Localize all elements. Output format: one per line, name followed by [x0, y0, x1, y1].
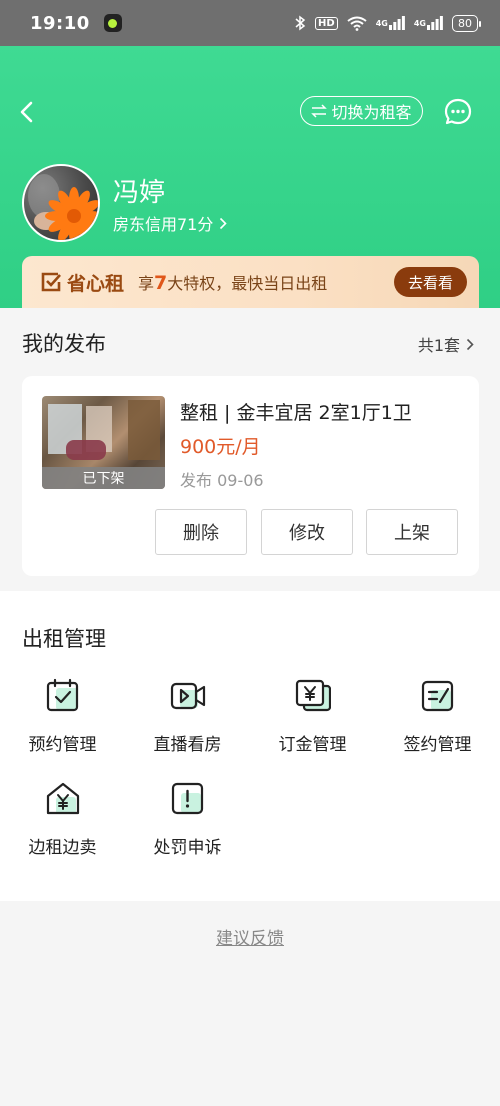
exclamation-icon — [171, 782, 203, 815]
listing-date: 发布 09-06 — [180, 471, 264, 490]
listing-price: 900元/月 — [180, 436, 261, 458]
back-button[interactable] — [16, 98, 40, 126]
house-yen-icon — [46, 782, 79, 815]
chevron-right-icon — [466, 338, 474, 350]
penalty-appeal-label: 处罚申诉 — [153, 838, 222, 858]
status-bar: 19:10 HD 4G 4G 80 — [0, 0, 500, 46]
wifi-icon — [347, 16, 367, 31]
yen-cards-icon — [295, 679, 331, 712]
check-square-icon — [41, 272, 61, 292]
chevron-left-icon — [20, 101, 33, 123]
promo-number: 7 — [154, 272, 168, 294]
profile-header: 切换为租客 冯婷 房东信用71分 省心租 享7大特权，最快当日出租 去看看 — [0, 46, 500, 308]
landlord-credit-label: 房东信用71分 — [113, 215, 214, 234]
promo-go-button[interactable]: 去看看 — [394, 267, 467, 297]
penalty-appeal-item[interactable]: 处罚申诉 — [125, 781, 250, 858]
status-time: 19:10 — [30, 12, 90, 34]
deposit-management-label: 订金管理 — [278, 735, 347, 755]
live-viewing-item[interactable]: 直播看房 — [125, 678, 250, 755]
my-publications-title: 我的发布 — [22, 332, 106, 356]
appointment-management-label: 预约管理 — [28, 735, 97, 755]
edit-button[interactable]: 修改 — [261, 509, 353, 555]
switch-to-tenant-label: 切换为租客 — [331, 103, 412, 122]
swap-arrows-icon — [311, 104, 328, 118]
contract-management-item[interactable]: 签约管理 — [375, 678, 500, 755]
rental-management-section: 出租管理 预约管理 直播看房 订金管理 签约管理 边租边卖 处罚申诉 — [0, 591, 500, 901]
promo-text: 享7大特权，最快当日出租 — [138, 272, 328, 294]
app-notification-icon — [103, 14, 122, 32]
contract-management-label: 签约管理 — [403, 735, 472, 755]
video-camera-icon — [170, 682, 205, 710]
rent-and-sell-item[interactable]: 边租边卖 — [0, 781, 125, 858]
list-button[interactable]: 上架 — [366, 509, 458, 555]
deposit-management-item[interactable]: 订金管理 — [250, 678, 375, 755]
delete-button[interactable]: 删除 — [155, 509, 247, 555]
listing-title: 整租 | 金丰宜居 2室1厅1卫 — [180, 402, 412, 424]
calendar-check-icon — [46, 678, 78, 712]
user-name: 冯婷 — [113, 178, 166, 208]
chevron-right-icon — [220, 217, 228, 229]
listing-card[interactable]: 已下架 整租 | 金丰宜居 2室1厅1卫 900元/月 发布 09-06 删除 … — [22, 376, 479, 576]
my-publications-section: 我的发布 共1套 已下架 整租 | 金丰宜居 2室1厅1卫 900元/月 发布 … — [0, 308, 500, 590]
listing-status-badge: 已下架 — [42, 467, 165, 489]
chat-bubble-icon — [444, 98, 472, 125]
bluetooth-icon — [295, 15, 306, 31]
promo-banner[interactable]: 省心租 享7大特权，最快当日出租 去看看 — [22, 256, 479, 308]
rent-and-sell-label: 边租边卖 — [28, 838, 97, 858]
signal-1-icon: 4G — [376, 16, 405, 30]
appointment-management-item[interactable]: 预约管理 — [0, 678, 125, 755]
switch-to-tenant-button[interactable]: 切换为租客 — [300, 96, 423, 126]
battery-icon: 80 — [452, 14, 481, 32]
promo-logo: 省心租 — [40, 269, 124, 296]
publications-total-label: 共1套 — [417, 336, 460, 355]
signal-2-icon: 4G — [414, 16, 443, 30]
flower-photo — [28, 174, 98, 240]
rental-management-title: 出租管理 — [22, 627, 106, 651]
avatar[interactable] — [22, 164, 100, 242]
live-viewing-label: 直播看房 — [153, 735, 222, 755]
promo-logo-text: 省心租 — [67, 272, 125, 295]
publications-total-link[interactable]: 共1套 — [418, 332, 474, 356]
listing-thumbnail[interactable]: 已下架 — [42, 396, 165, 489]
feedback-link[interactable]: 建议反馈 — [0, 924, 500, 949]
landlord-credit-link[interactable]: 房东信用71分 — [113, 211, 228, 235]
messages-button[interactable] — [444, 98, 472, 126]
hd-icon: HD — [315, 16, 338, 30]
contract-edit-icon — [421, 680, 453, 712]
